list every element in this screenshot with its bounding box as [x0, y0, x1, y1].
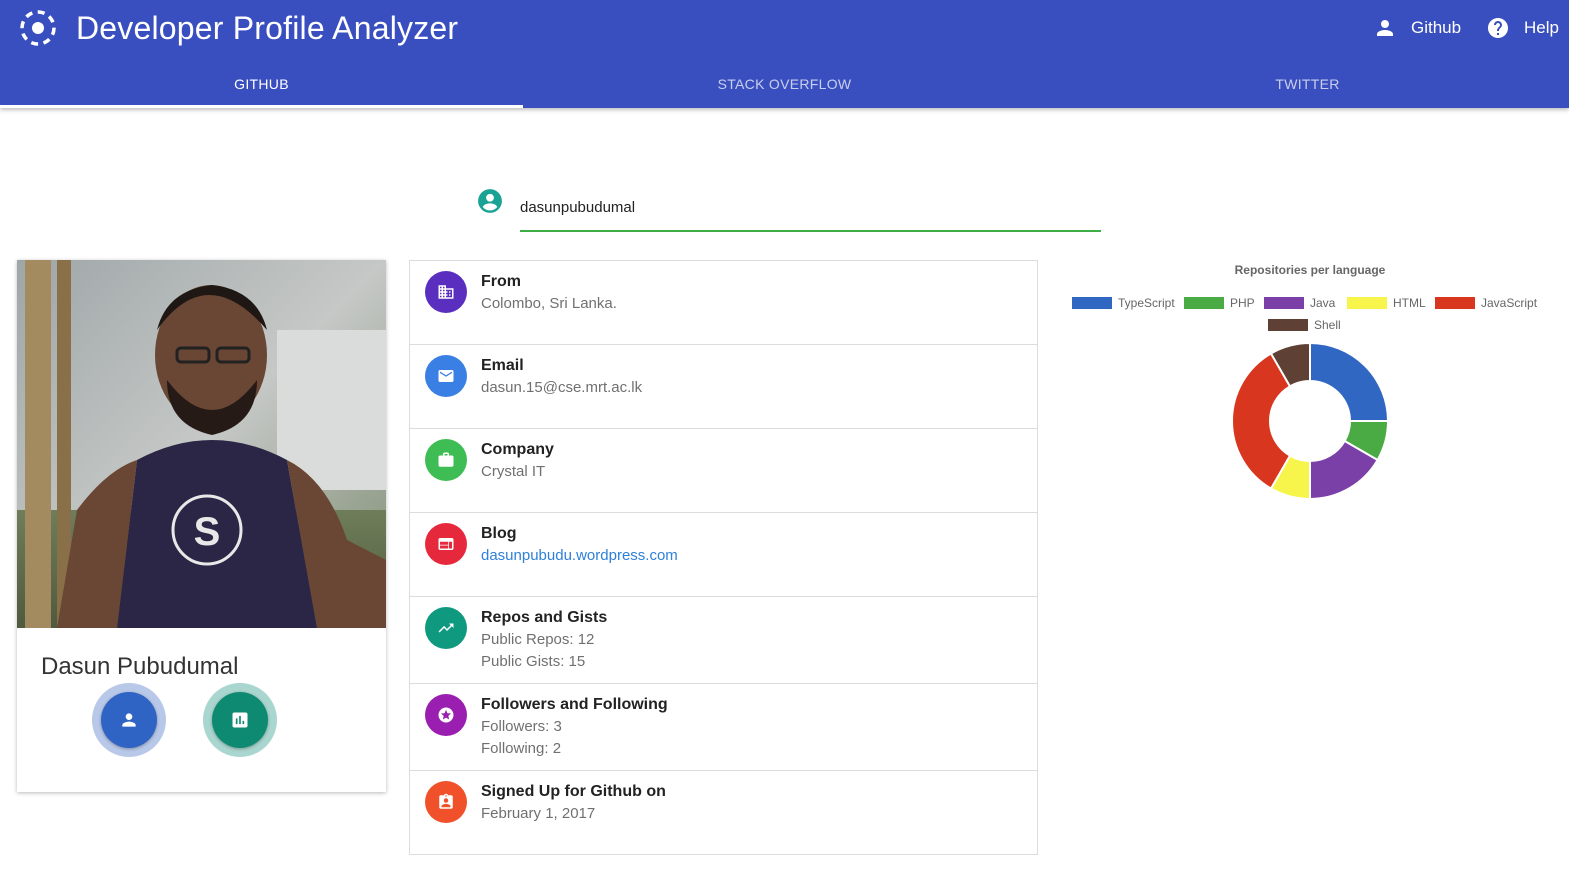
profile-info-list: From Colombo, Sri Lanka. Email dasun.15@… — [409, 260, 1038, 855]
legend-swatch — [1347, 297, 1387, 309]
info-title: Repos and Gists — [481, 609, 608, 626]
tab-twitter[interactable]: TWITTER — [1046, 60, 1569, 108]
info-title: Email — [481, 357, 524, 374]
profile-card: S Dasun Pubudumal — [17, 260, 386, 792]
info-avatar — [425, 694, 467, 736]
legend-label[interactable]: PHP — [1230, 296, 1255, 310]
info-title: Company — [481, 441, 554, 458]
list-item-company: Company Crystal IT — [410, 429, 1037, 513]
tab-stack-overflow[interactable]: STACK OVERFLOW — [523, 60, 1046, 108]
briefcase-icon — [438, 452, 454, 467]
info-avatar — [425, 607, 467, 649]
info-title: Blog — [481, 525, 517, 542]
info-title: Signed Up for Github on — [481, 783, 666, 800]
app-bar: Developer Profile Analyzer Github Help G… — [0, 0, 1569, 108]
list-item-email: Email dasun.15@cse.mrt.ac.lk — [410, 345, 1037, 429]
info-avatar — [425, 781, 467, 823]
info-avatar — [425, 523, 467, 565]
repos-per-language-chart: Repositories per language TypeScript PHP J… — [1050, 255, 1569, 515]
info-avatar — [425, 355, 467, 397]
help-icon — [1488, 18, 1508, 38]
info-value: Following: 2 — [481, 740, 562, 757]
info-avatar — [425, 271, 467, 313]
legend-label[interactable]: HTML — [1393, 296, 1426, 310]
legend-swatch — [1184, 297, 1224, 309]
account-circle-icon — [478, 189, 502, 213]
list-item-signed-up: Signed Up for Github on February 1, 2017 — [410, 771, 1037, 855]
info-value: Crystal IT — [481, 463, 546, 480]
bar-chart-icon — [232, 712, 248, 728]
legend-swatch — [1268, 319, 1308, 331]
legend-swatch — [1072, 297, 1112, 309]
profile-button[interactable] — [92, 683, 166, 757]
info-value: February 1, 2017 — [481, 805, 596, 822]
chart-svg: Repositories per language TypeScript PHP J… — [1072, 263, 1538, 501]
legend-label[interactable]: JavaScript — [1481, 296, 1538, 310]
info-value: Followers: 3 — [481, 718, 562, 735]
email-icon — [438, 370, 454, 382]
github-action-label: Github — [1411, 18, 1462, 37]
chart-slice-javascript[interactable] — [1231, 352, 1292, 490]
legend-swatch — [1435, 297, 1475, 309]
profile-photo: S — [17, 260, 386, 628]
tab-github[interactable]: GITHUB — [0, 60, 523, 108]
info-value: Colombo, Sri Lanka. — [481, 295, 617, 312]
list-item-repos-gists: Repos and Gists Public Repos: 12 Public … — [410, 597, 1037, 684]
info-value: Public Gists: 15 — [481, 653, 586, 670]
web-icon — [438, 538, 454, 550]
stars-icon — [438, 707, 454, 723]
legend-label[interactable]: Java — [1310, 296, 1336, 310]
list-item-from: From Colombo, Sri Lanka. — [410, 261, 1037, 345]
info-avatar — [425, 439, 467, 481]
person-icon — [122, 713, 136, 727]
business-icon — [438, 285, 454, 299]
stats-button[interactable] — [203, 683, 277, 757]
app-title: Developer Profile Analyzer — [76, 10, 459, 46]
chart-slice-typescript[interactable] — [1309, 341, 1390, 422]
info-title: From — [481, 273, 521, 290]
help-action-label: Help — [1524, 18, 1559, 37]
trending-up-icon — [438, 623, 454, 633]
contact-icon — [439, 793, 453, 809]
help-action-button[interactable]: Help — [1486, 14, 1559, 42]
list-item-blog: Blog dasunpubudu.wordpress.com — [410, 513, 1037, 597]
person-icon — [1377, 20, 1393, 36]
legend-label[interactable]: Shell — [1314, 318, 1341, 332]
github-action-button[interactable]: Github — [1373, 14, 1461, 42]
username-input[interactable] — [520, 190, 1101, 232]
logo-icon — [20, 10, 56, 46]
legend-swatch — [1264, 297, 1304, 309]
info-value: dasun.15@cse.mrt.ac.lk — [481, 379, 643, 396]
legend-label[interactable]: TypeScript — [1118, 296, 1175, 310]
svg-text:S: S — [194, 510, 221, 554]
chart-title: Repositories per language — [1235, 263, 1386, 277]
info-value: Public Repos: 12 — [481, 631, 595, 648]
profile-name: Dasun Pubudumal — [41, 653, 239, 680]
blog-link[interactable]: dasunpubudu.wordpress.com — [481, 547, 678, 564]
tab-bar: GITHUB STACK OVERFLOW TWITTER — [0, 60, 1569, 108]
info-title: Followers and Following — [481, 696, 668, 713]
list-item-followers: Followers and Following Followers: 3 Fol… — [410, 684, 1037, 771]
